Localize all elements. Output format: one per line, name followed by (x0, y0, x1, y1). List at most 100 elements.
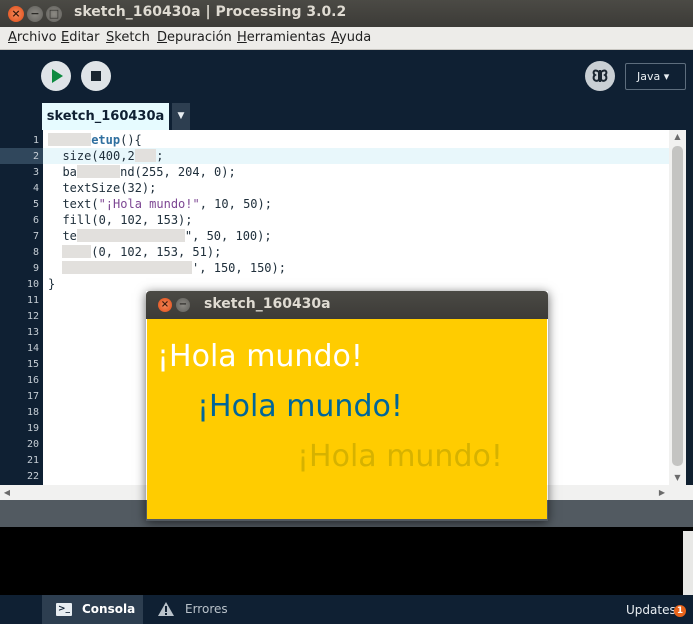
code-text: te (48, 229, 77, 243)
code-text: textSize(32); (48, 181, 157, 195)
line-number: 14 (26, 343, 39, 354)
redacted-code (62, 245, 92, 258)
window-title: sketch_160430a | Processing 3.0.2 (74, 4, 347, 20)
line-number: 17 (26, 391, 39, 402)
sketch-output-window: × − sketch_160430a ¡Hola mundo! ¡Hola mu… (146, 291, 548, 521)
sketch-window-title: sketch_160430a (204, 296, 331, 312)
menu-bar: Archivo Editar Sketch Depuración Herrami… (0, 27, 693, 50)
line-number-gutter: 1 2 3 4 5 6 7 8 9 10 11 12 13 14 15 16 1… (0, 130, 43, 485)
console-icon: >_ (56, 603, 72, 616)
code-line: (0, 102, 153, 51); (48, 244, 221, 260)
tab-menu-button[interactable]: ▼ (172, 103, 190, 130)
scroll-down-arrow[interactable]: ▼ (669, 471, 686, 485)
line-number: 13 (26, 327, 39, 338)
code-line: ba nd(255, 204, 0); (48, 164, 236, 180)
scroll-left-arrow[interactable]: ◀ (0, 485, 14, 500)
menu-archivo[interactable]: Archivo (8, 30, 57, 45)
bottom-bar: >_ Consola Errores Updates 1 (0, 595, 693, 624)
redacted-code (62, 261, 193, 274)
line-number: 1 (32, 135, 39, 146)
code-text: (0, 102, 153, 51); (91, 245, 222, 259)
code-text: nd(255, 204, 0); (120, 165, 236, 179)
code-line: ', 150, 150); (48, 260, 286, 276)
console-output[interactable] (0, 527, 693, 595)
mode-select[interactable]: Java ▾ (625, 63, 686, 90)
sketch-minimize-button[interactable]: − (176, 298, 190, 312)
line-number: 21 (26, 455, 39, 466)
code-text: size(400,2 (48, 149, 135, 163)
updates-count-badge[interactable]: 1 (674, 605, 686, 617)
tab-errors[interactable]: Errores (145, 595, 245, 624)
code-line: te ", 50, 100); (48, 228, 272, 244)
line-number: 11 (26, 295, 39, 306)
line-number: 19 (26, 423, 39, 434)
sketch-close-button[interactable]: × (158, 298, 172, 312)
code-text: (){ (120, 133, 142, 147)
run-button[interactable] (41, 61, 71, 91)
line-number: 22 (26, 471, 39, 482)
menu-editar[interactable]: Editar (61, 30, 100, 45)
scroll-right-arrow[interactable]: ▶ (655, 485, 669, 500)
code-text: , 10, 50); (199, 197, 272, 211)
line-number: 5 (32, 199, 39, 210)
tab-errors-label: Errores (185, 602, 228, 616)
redacted-code (76, 165, 121, 178)
window-close-button[interactable]: × (8, 6, 24, 22)
menu-sketch[interactable]: Sketch (106, 30, 150, 45)
code-line: etup(){ (48, 132, 142, 148)
window-titlebar: × − □ sketch_160430a | Processing 3.0.2 (0, 0, 693, 27)
butterfly-icon (592, 69, 608, 82)
window-maximize-button[interactable]: □ (46, 6, 62, 22)
code-text: ba (48, 165, 77, 179)
code-keyword: etup (91, 133, 121, 147)
editor-vertical-scrollbar[interactable]: ▲ ▼ (669, 130, 686, 485)
line-number: 7 (32, 231, 39, 242)
debug-button[interactable] (585, 61, 615, 91)
line-number: 2 (32, 151, 39, 162)
line-number: 9 (32, 263, 39, 274)
sketch-canvas: ¡Hola mundo! ¡Hola mundo! ¡Hola mundo! (147, 319, 547, 519)
tab-console-label: Consola (82, 602, 136, 616)
code-line: } (48, 276, 55, 292)
line-number: 12 (26, 311, 39, 322)
stop-icon (91, 71, 101, 81)
scroll-up-arrow[interactable]: ▲ (669, 130, 686, 144)
line-number: 4 (32, 183, 39, 194)
line-number: 15 (26, 359, 39, 370)
redacted-code (76, 229, 185, 242)
scrollbar-corner (669, 485, 693, 500)
code-string: "¡Hola mundo!" (98, 197, 200, 211)
console-scrollbar[interactable] (683, 531, 693, 595)
code-text: text( (48, 197, 99, 211)
sketch-window-titlebar: × − sketch_160430a (146, 291, 548, 319)
scrollbar-thumb[interactable] (672, 146, 683, 466)
warning-icon (158, 602, 174, 616)
code-text: fill(0, 102, 153); (48, 213, 193, 227)
hola-text-faded: ¡Hola mundo! (297, 439, 503, 474)
code-text: ; (156, 149, 164, 163)
hola-text-blue: ¡Hola mundo! (197, 389, 403, 424)
code-line: text("¡Hola mundo!", 10, 50); (48, 196, 272, 212)
code-text: ', 150, 150); (192, 261, 286, 275)
line-number: 20 (26, 439, 39, 450)
line-number: 6 (32, 215, 39, 226)
toolbar: Java ▾ sketch_160430a ▼ (0, 50, 693, 130)
play-icon (52, 69, 63, 83)
line-number: 18 (26, 407, 39, 418)
stop-button[interactable] (81, 61, 111, 91)
tab-sketch[interactable]: sketch_160430a (42, 103, 169, 130)
window-minimize-button[interactable]: − (27, 6, 43, 22)
code-text: ", 50, 100); (184, 229, 272, 243)
menu-ayuda[interactable]: Ayuda (331, 30, 371, 45)
menu-herramientas[interactable]: Herramientas (237, 30, 326, 45)
tab-console[interactable]: >_ Consola (42, 595, 143, 624)
code-line: size(400,2; (48, 148, 164, 164)
code-line: fill(0, 102, 153); (48, 212, 193, 228)
code-text: } (48, 277, 56, 291)
menu-depuracion[interactable]: Depuración (157, 30, 232, 45)
updates-link[interactable]: Updates (626, 603, 676, 617)
redacted-code (48, 133, 92, 146)
line-number: 3 (32, 167, 39, 178)
